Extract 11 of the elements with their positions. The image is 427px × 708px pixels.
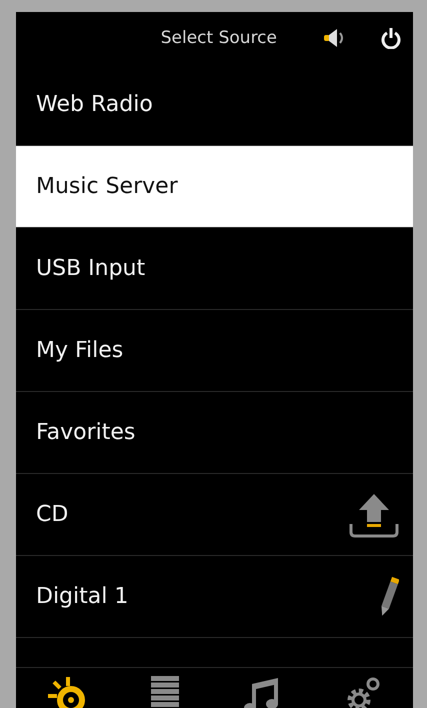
source-item[interactable]: Favorites: [16, 392, 413, 474]
source-item[interactable]: USB Input: [16, 228, 413, 310]
upload-icon[interactable]: [349, 492, 399, 538]
source-item[interactable]: CD: [16, 474, 413, 556]
speaker-icon[interactable]: [323, 28, 345, 48]
source-item[interactable]: My Files: [16, 310, 413, 392]
power-icon[interactable]: [381, 27, 401, 49]
source-item[interactable]: Music Server: [16, 146, 413, 228]
source-item[interactable]: Digital 1: [16, 556, 413, 638]
header-title: Select Source: [160, 28, 277, 48]
list-icon[interactable]: [149, 674, 182, 708]
